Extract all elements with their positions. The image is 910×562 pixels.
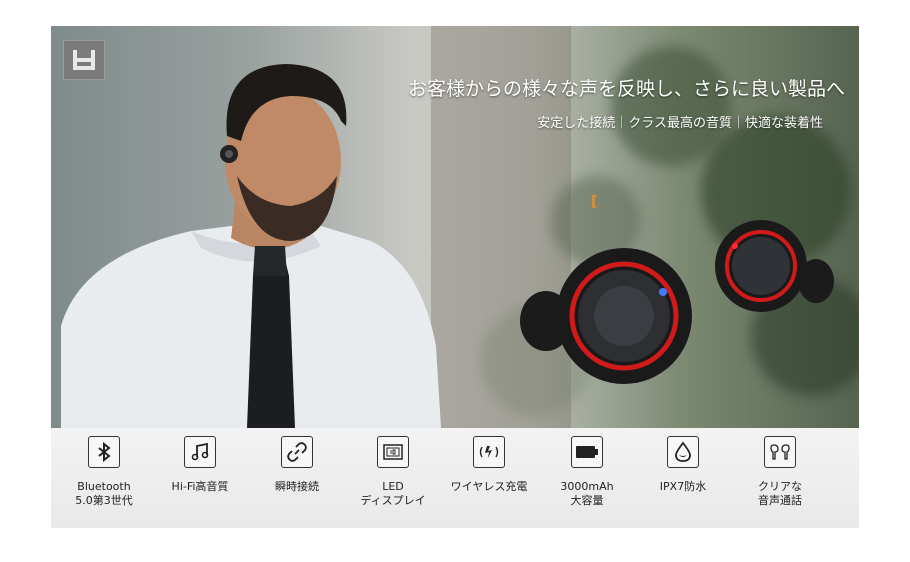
earbud-right-image (715, 220, 834, 312)
feature-label: 瞬時接続 (275, 480, 319, 493)
feature-led-display: LED ディスプレイ (348, 436, 438, 508)
bluetooth-icon (88, 436, 120, 468)
feature-label: 3000mAh (560, 480, 614, 493)
feature-label: LED (382, 480, 404, 493)
feature-label: ワイヤレス充電 (450, 480, 528, 493)
feature-instant-connect: 瞬時接続 (252, 436, 342, 494)
wireless-charging-icon (473, 436, 505, 468)
feature-label-sub: 5.0第3世代 (75, 494, 133, 507)
feature-label-sub: 音声通話 (758, 494, 802, 507)
feature-clear-call: クリアな 音声通話 (735, 436, 825, 508)
feature-bar: Bluetooth 5.0第3世代 Hi-Fi高音質 瞬時接続 LED ディスプ… (51, 428, 859, 528)
battery-icon (571, 436, 603, 468)
feature-label: Bluetooth (77, 480, 131, 493)
brand-logo (63, 40, 105, 80)
feature-label-sub: 大容量 (570, 494, 604, 507)
waterdrop-icon (667, 436, 699, 468)
feature-wireless-charging: ワイヤレス充電 (444, 436, 534, 494)
feature-label: IPX7防水 (659, 480, 707, 493)
earbuds-icon (764, 436, 796, 468)
link-icon (281, 436, 313, 468)
feature-label: Hi-Fi高音質 (171, 480, 229, 493)
feature-battery: 3000mAh 大容量 (542, 436, 632, 508)
brand-logo-mark (73, 50, 95, 70)
feature-bluetooth: Bluetooth 5.0第3世代 (59, 436, 149, 508)
earbud-left-image (520, 248, 692, 384)
feature-waterproof: IPX7防水 (638, 436, 728, 494)
orange-bracket: [ (591, 194, 598, 210)
led-display-icon (377, 436, 409, 468)
hero-banner: お客様からの様々な声を反映し、さらに良い製品へ 安定した接続｜クラス最高の音質｜… (51, 26, 859, 428)
feature-hifi: Hi-Fi高音質 (155, 436, 245, 494)
headline: お客様からの様々な声を反映し、さらに良い製品へ (407, 78, 845, 100)
music-note-icon (184, 436, 216, 468)
feature-label: クリアな (758, 480, 802, 493)
feature-label-sub: ディスプレイ (360, 494, 426, 507)
feature-subline: 安定した接続｜クラス最高の音質｜快適な装着性 (537, 116, 823, 131)
